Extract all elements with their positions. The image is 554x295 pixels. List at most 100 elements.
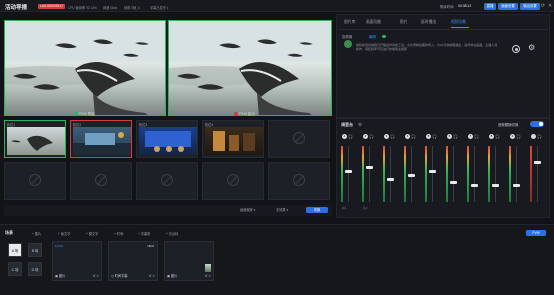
plus-icon: +: [138, 232, 140, 236]
level-meter: [509, 146, 511, 202]
scene-slot-a[interactable]: A 场: [8, 243, 22, 257]
headphone-icon[interactable]: 🎧: [453, 134, 458, 139]
channel-number: 3: [384, 134, 389, 139]
tab-video-func[interactable]: 视频功能: [451, 20, 466, 25]
no-signal-icon: [227, 174, 239, 186]
scene-slot-b[interactable]: B 场: [28, 243, 42, 257]
tab-delay[interactable]: 延时播出: [421, 20, 436, 25]
cpu-stat: CPU 使用率 92.14%: [68, 5, 97, 10]
chevron-down-icon: ▾: [253, 208, 256, 212]
layout-settings-button[interactable]: 画面设置: [498, 2, 518, 10]
close-icon[interactable]: ✕: [547, 3, 553, 9]
scene-pvw-button[interactable]: PVW: [526, 230, 546, 236]
tab-sticker[interactable]: 贴片: [400, 20, 408, 25]
fader-knob[interactable]: [492, 183, 499, 187]
no-signal-icon: [293, 132, 305, 144]
source-grid: 机位1 机位2 机位3 机位4: [4, 120, 332, 200]
subtab-keyer[interactable]: 抠像器: [342, 34, 352, 39]
fader-knob[interactable]: [450, 180, 457, 184]
scene-slot-d[interactable]: D 场: [28, 262, 42, 276]
level-meter: [488, 146, 490, 202]
goose-image: [5, 21, 165, 115]
tab-picture-func[interactable]: 画面功能: [366, 20, 381, 25]
scene-card[interactable]: NEW ◷ 时间字幕 ⚙ ✕: [108, 241, 158, 281]
empty-source-cell[interactable]: [70, 162, 132, 200]
refresh-icon[interactable]: ⟳: [540, 3, 546, 9]
pvw-monitor[interactable]: [4, 20, 166, 116]
effect-select[interactable]: 无效果 ▾: [276, 207, 300, 213]
headphone-icon[interactable]: 🎧: [537, 134, 542, 139]
cut-button[interactable]: 切换: [306, 206, 328, 213]
image-icon: ▣: [55, 274, 59, 278]
gear-icon[interactable]: ⚙: [528, 44, 535, 52]
channel-strip: 4 🎧: [403, 134, 417, 208]
mixer-settings-icon[interactable]: ⚙: [358, 122, 362, 128]
fader-knob[interactable]: [429, 169, 436, 173]
headphone-icon[interactable]: 🎧: [348, 134, 353, 139]
fader-rail: [537, 146, 538, 202]
channel-number: 1: [342, 134, 347, 139]
card-actions-icon[interactable]: ⚙ ✕: [149, 274, 155, 278]
headphone-icon[interactable]: 🎧: [474, 134, 479, 139]
empty-source-cell[interactable]: [202, 162, 264, 200]
headphone-icon[interactable]: 🎧: [495, 134, 500, 139]
app-title: 活动导播: [5, 5, 28, 11]
empty-source-cell[interactable]: [268, 120, 330, 158]
empty-source-cell[interactable]: [4, 162, 66, 200]
empty-source-cell[interactable]: [268, 162, 330, 200]
fader-rail: [516, 146, 517, 202]
channel-strip: 🎧: [529, 134, 543, 208]
pgm-monitor[interactable]: [168, 20, 332, 116]
subtitle-stat: 字幕已发布 1: [150, 5, 169, 10]
record-icon[interactable]: [512, 45, 520, 53]
add-text-button[interactable]: + 画文字: [58, 231, 70, 237]
add-image-button[interactable]: + 图片: [32, 231, 41, 237]
subtab-edit[interactable]: 编辑: [369, 34, 376, 39]
add-time-button[interactable]: + 时间: [114, 231, 123, 237]
empty-source-cell[interactable]: [136, 162, 198, 200]
source-thumbnail: [73, 127, 131, 155]
plus-icon: +: [166, 232, 168, 236]
scene-card[interactable]: ▣ 图片 ⚙ ✕: [164, 241, 214, 281]
fader-knob[interactable]: [345, 169, 352, 173]
source-cell[interactable]: 机位2: [70, 120, 132, 158]
channel-tag: 机2: [363, 206, 368, 210]
headphone-icon[interactable]: 🎧: [369, 134, 374, 139]
source-cell[interactable]: 机位1: [4, 120, 66, 158]
go-live-button[interactable]: 直播: [484, 2, 496, 10]
audio-follow-label: 音频跟随切换: [498, 123, 519, 127]
level-meter: [341, 146, 343, 202]
channel-number: 8: [489, 134, 494, 139]
mixer-title: 调音台: [341, 122, 353, 127]
fader-knob[interactable]: [387, 178, 394, 182]
fader-knob[interactable]: [513, 183, 520, 187]
remove-logo-label: 去台标: [168, 232, 179, 236]
output-settings-button[interactable]: 输出设置: [520, 2, 540, 10]
fader-knob[interactable]: [471, 183, 478, 187]
pvw-label: PVW 预监: [74, 112, 95, 118]
level-meter: [404, 146, 406, 202]
card-actions-icon[interactable]: ⚙ ✕: [205, 274, 211, 278]
headphone-icon[interactable]: 🎧: [432, 134, 437, 139]
tab-gallery[interactable]: 图片库: [344, 20, 355, 25]
fader-knob[interactable]: [408, 173, 415, 177]
scene-card[interactable]: LOGO ▣ 图片 ⚙ ✕: [52, 241, 102, 281]
source-cell[interactable]: 机位3: [136, 120, 198, 158]
channel-number: [531, 134, 536, 139]
headphone-icon[interactable]: 🎧: [411, 134, 416, 139]
audio-follow-toggle[interactable]: [530, 121, 544, 127]
source-cell[interactable]: 机位4: [202, 120, 264, 158]
scene-slot-c[interactable]: C 场: [8, 262, 22, 276]
add-subtitle-button[interactable]: + 字幕条: [138, 231, 150, 237]
card-actions-icon[interactable]: ⚙ ✕: [93, 274, 99, 278]
headphone-icon[interactable]: 🎧: [516, 134, 521, 139]
plus-icon: +: [114, 232, 116, 236]
headphone-icon[interactable]: 🎧: [390, 134, 395, 139]
scale-select[interactable]: 画面缩放 ▾: [240, 207, 270, 213]
fader-knob[interactable]: [534, 161, 541, 165]
fader-rail: [474, 146, 475, 202]
add-image-label: 图片: [34, 232, 42, 236]
fader-knob[interactable]: [366, 165, 373, 169]
add-image-text-button[interactable]: + 图文字: [86, 231, 98, 237]
remove-logo-button[interactable]: + 去台标: [166, 231, 178, 237]
